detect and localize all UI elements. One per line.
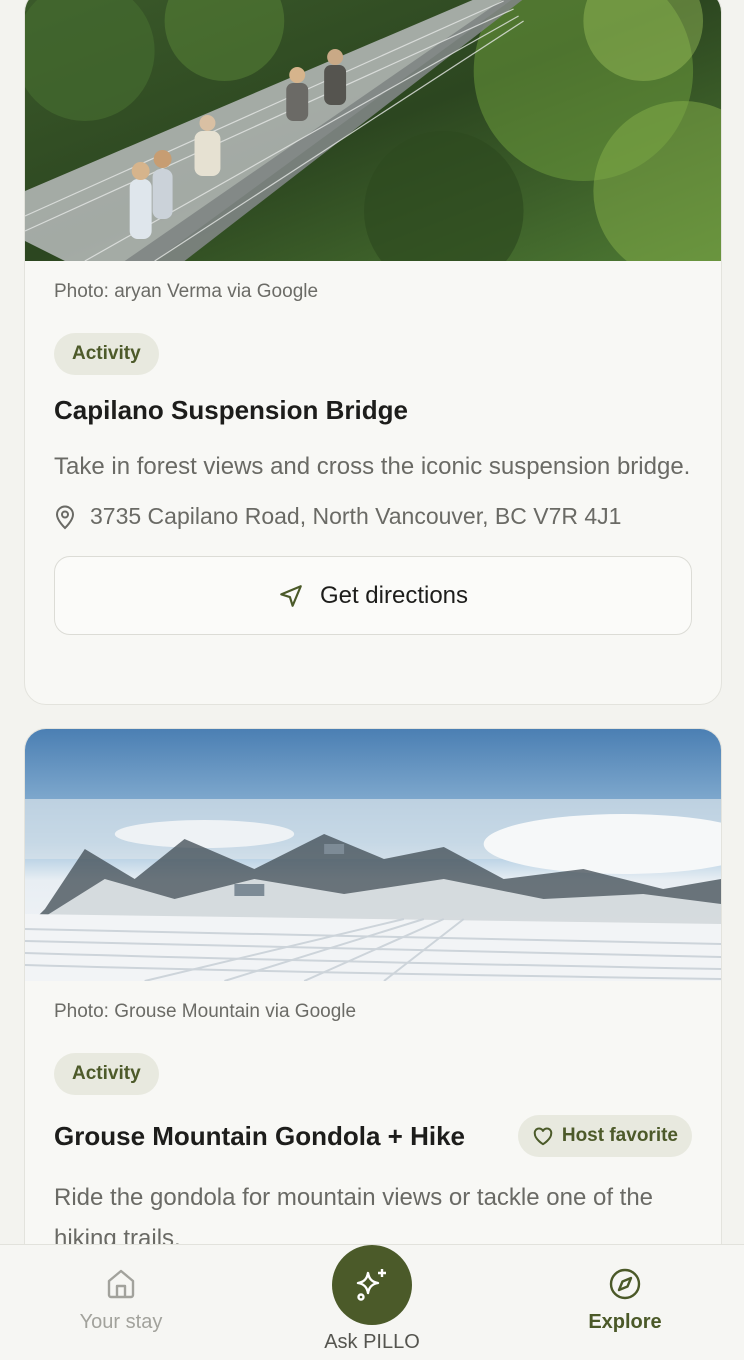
heart-icon [533, 1127, 553, 1146]
photo-credit: Photo: aryan Verma via Google [54, 281, 319, 302]
get-directions-button[interactable]: Get directions [54, 556, 692, 635]
ask-pillo-circle[interactable] [332, 1245, 412, 1325]
explore-screen: Photo: aryan Verma via Google Activity C… [0, 0, 744, 1360]
photo-credit: Photo: Grouse Mountain via Google [54, 1001, 357, 1022]
category-tag: Activity [54, 333, 159, 375]
host-favorite-badge: Host favorite [517, 1115, 692, 1157]
category-tag: Activity [54, 1053, 159, 1095]
ask-pillo-button[interactable]: Ask PILLO [300, 1244, 444, 1360]
place-title: Grouse Mountain Gondola + Hike [54, 1120, 465, 1151]
navigation-arrow-icon [280, 584, 302, 607]
tab-label: Your stay [79, 1311, 163, 1333]
map-pin-icon [55, 505, 75, 529]
host-favorite-label: Host favorite [561, 1125, 678, 1146]
place-photo-grouse [25, 729, 721, 981]
place-description: Take in forest views and cross the iconi… [54, 453, 691, 480]
tab-your-stay[interactable]: Your stay [51, 1245, 191, 1360]
tab-explore[interactable]: Explore [555, 1245, 695, 1360]
tab-label: Explore [588, 1311, 662, 1333]
ask-pillo-label: Ask PILLO [324, 1331, 420, 1353]
get-directions-label: Get directions [319, 581, 469, 609]
place-address: 3735 Capilano Road, North Vancouver, BC … [54, 503, 692, 530]
address-text: 3735 Capilano Road, North Vancouver, BC … [90, 503, 622, 529]
place-title: Capilano Suspension Bridge [54, 395, 408, 425]
place-card-capilano[interactable]: Photo: aryan Verma via Google Activity C… [24, 0, 722, 705]
home-icon [107, 1269, 135, 1299]
place-photo-capilano [25, 0, 721, 261]
sparkles-icon [356, 1269, 386, 1301]
compass-icon [609, 1268, 641, 1300]
